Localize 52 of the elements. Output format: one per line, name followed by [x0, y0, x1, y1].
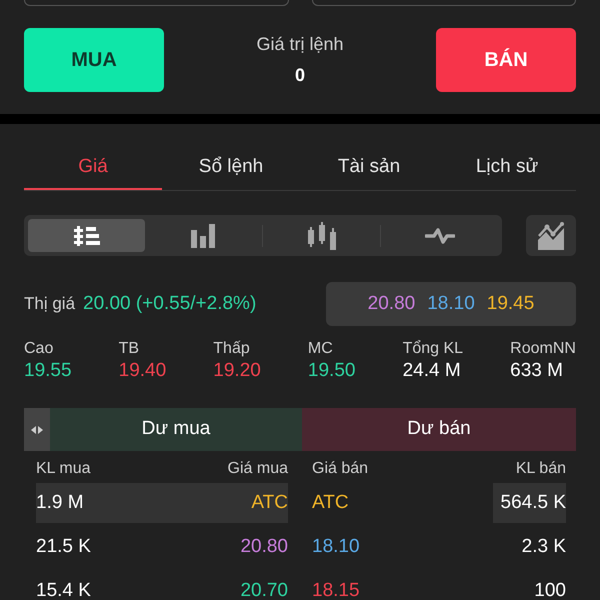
column-header: KL mua	[36, 459, 91, 479]
order-book-icon	[74, 224, 100, 246]
tab[interactable]: Sổ lệnh	[162, 146, 300, 190]
market-price-label: Thị giá	[24, 292, 76, 315]
ask-price: ATC	[312, 490, 349, 515]
left-right-arrows-icon	[31, 426, 43, 434]
stat-label: MC	[308, 339, 334, 359]
bid-price: 20.80	[240, 534, 288, 559]
reference-price: 18.10	[427, 292, 475, 316]
market-price-value: 20.00 (+0.55/+2.8%)	[83, 292, 256, 316]
tab[interactable]: Lịch sử	[438, 146, 576, 190]
chart-button[interactable]	[526, 215, 576, 256]
reference-price: 20.80	[368, 292, 416, 316]
stat-value: 24.4 M	[402, 360, 462, 382]
stat-label: TB	[118, 339, 140, 359]
order-value-label: Giá trị lệnh	[256, 33, 344, 56]
line-wave-icon	[424, 228, 454, 244]
tab[interactable]: Tài sản	[300, 146, 438, 190]
stat-value: 633 M	[510, 360, 564, 382]
ask-volume: 100	[534, 578, 566, 600]
stat-value: 19.55	[24, 360, 72, 382]
stat-label: RoomNN	[510, 339, 576, 359]
stat-label: Cao	[24, 339, 54, 359]
stat-label: Tổng KL	[402, 339, 464, 359]
stat-value: 19.40	[118, 360, 166, 382]
bid-price: ATC	[251, 490, 288, 515]
bid-side-header: Dư mua	[50, 408, 302, 451]
resize-handle[interactable]	[24, 408, 50, 451]
stat-value: 19.20	[213, 360, 261, 382]
ask-volume: 564.5 K	[492, 483, 566, 523]
ask-side-header: Dư bán	[302, 408, 576, 451]
ask-price: 18.10	[312, 534, 360, 559]
view-mode-button[interactable]	[28, 219, 145, 252]
stat-label: Thấp	[213, 339, 251, 359]
buy-button[interactable]: MUA	[24, 28, 164, 92]
sell-button[interactable]: BÁN	[436, 28, 576, 92]
ask-volume: 2.3 K	[522, 534, 566, 559]
candlestick-icon	[308, 222, 336, 250]
bid-volume: 15.4 K	[36, 578, 91, 600]
column-header: KL bán	[516, 459, 566, 479]
order-value: 0	[294, 64, 305, 87]
bid-price: 20.70	[240, 578, 288, 600]
tab[interactable]: Giá	[24, 146, 162, 190]
reference-price: 19.45	[486, 292, 534, 316]
bar-chart-icon	[190, 224, 216, 248]
area-chart-icon	[537, 222, 565, 250]
stat-value: 19.50	[308, 360, 356, 382]
bid-volume: 1.9 M	[36, 490, 84, 515]
bid-volume: 21.5 K	[36, 534, 91, 559]
column-header: Giá mua	[228, 459, 288, 479]
ask-price: 18.15	[312, 578, 360, 600]
column-header: Giá bán	[312, 459, 368, 479]
